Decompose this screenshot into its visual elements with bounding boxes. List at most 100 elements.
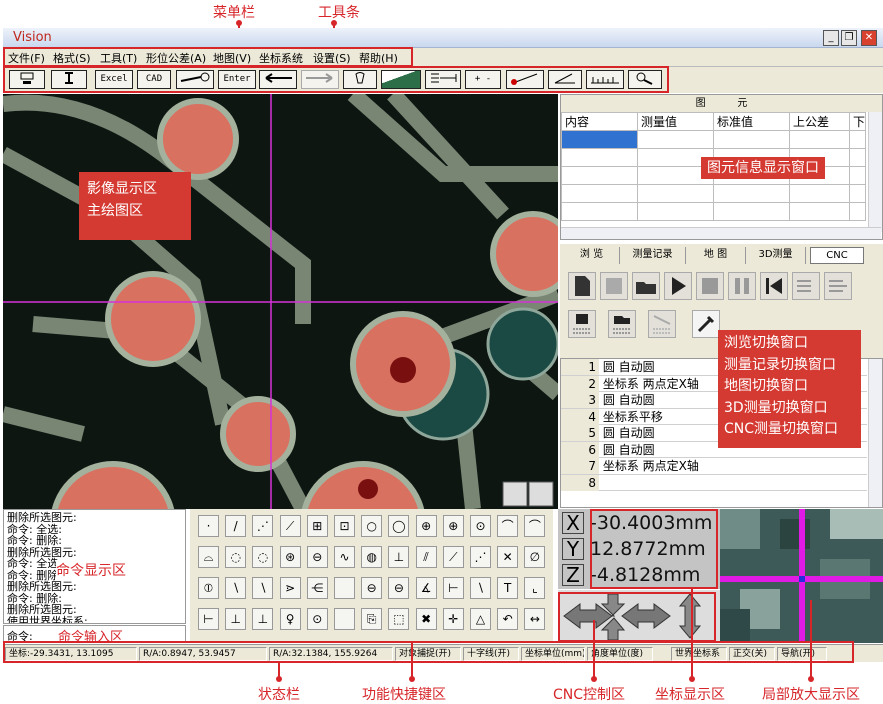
col-lower-tol[interactable]: 下 bbox=[849, 112, 866, 131]
table-row[interactable] bbox=[561, 130, 866, 149]
shortcut-circle-2-r1-icon[interactable]: ◯ bbox=[388, 515, 410, 537]
tab-cnc[interactable]: CNC bbox=[810, 247, 864, 264]
function-shortcut-area: · / ⋰ ⟋ ⊞ ⊡ ○ ◯ ⊕ ⊕ ⊙ ⌒ ⌒ ⌓ ◌ ◌ ⊛ ⊖ ∿ ◍ ⊥ ⫽ ⟋ ⋰ ✕ ∅ ⦶ ∖ ∖ ⋗ ⋲ ⊖ ⊖ ∡ ⊢ ∖ T ⌞ ⊢ ⊥… bbox=[190, 509, 553, 643]
shortcut-circle-2-r4-icon[interactable]: ⬚ bbox=[388, 608, 410, 630]
shortcut-polyline-r4-icon[interactable]: ⊥ bbox=[252, 608, 274, 630]
shortcut-rect-r3-icon[interactable]: ⋲ bbox=[306, 577, 328, 599]
shortcut-circle-center-r3-icon[interactable]: ∡ bbox=[415, 577, 437, 599]
callout-line-2: 测量记录切换窗口 bbox=[724, 356, 836, 373]
toolbar-annotation: 工具条 bbox=[318, 5, 360, 21]
shortcut-arc-2-r4-icon[interactable]: ↔ bbox=[524, 608, 546, 630]
shortcut-circle-r2-icon[interactable]: ◍ bbox=[361, 546, 383, 568]
shortcut-circle-r4-icon[interactable]: ⎘ bbox=[361, 608, 383, 630]
shortcut-line-2-r1-icon[interactable]: ⟋ bbox=[279, 515, 301, 537]
shortcut-concentric-r4-icon[interactable]: △ bbox=[470, 608, 491, 630]
shortcut-arc-2-r1-icon[interactable]: ⌒ bbox=[524, 515, 546, 537]
shortcut-rect-r2-icon[interactable]: ⊖ bbox=[306, 546, 328, 568]
close-button[interactable]: ✕ bbox=[861, 30, 877, 46]
list-item[interactable]: 8 bbox=[561, 474, 867, 491]
col-measured[interactable]: 测量值 bbox=[637, 112, 714, 131]
shortcut-rect-r4-icon[interactable]: ⊙ bbox=[306, 608, 328, 630]
row-text: 坐标系平移 bbox=[602, 409, 663, 424]
shortcut-concentric-r2-icon[interactable]: ⋰ bbox=[470, 546, 491, 568]
shortcut-line-r1-icon[interactable]: / bbox=[225, 515, 247, 537]
shortcut-line-r3-icon[interactable]: ∖ bbox=[225, 577, 247, 599]
shortcut-arc-2-r2-icon[interactable]: ∅ bbox=[524, 546, 546, 568]
shortcut-polyline-r2-icon[interactable]: ◌ bbox=[252, 546, 274, 568]
horizontal-scrollbar[interactable] bbox=[561, 227, 881, 239]
tools-disabled-icon[interactable] bbox=[648, 310, 676, 338]
shortcut-rect-2-r3-icon[interactable] bbox=[334, 577, 355, 599]
step-end-icon[interactable] bbox=[824, 272, 852, 300]
shortcut-arc-r3-icon[interactable]: T bbox=[497, 577, 519, 599]
table-row[interactable] bbox=[561, 202, 866, 221]
shortcut-rect-2-r4-icon[interactable] bbox=[334, 608, 355, 630]
list-scrollbar[interactable] bbox=[868, 359, 882, 507]
shortcut-arc-2-r3-icon[interactable]: ⌞ bbox=[524, 577, 546, 599]
shortcut-polyline-r3-icon[interactable]: ∖ bbox=[252, 577, 274, 599]
command-line: 删除所选图元: bbox=[7, 580, 77, 593]
shortcut-circle-center-2-r4-icon[interactable]: ✛ bbox=[442, 608, 464, 630]
status-highlight bbox=[3, 641, 854, 663]
shortcut-circle-center-2-r2-icon[interactable]: ⟋ bbox=[442, 546, 464, 568]
save-icon[interactable] bbox=[600, 272, 628, 300]
shortcut-point-r3-icon[interactable]: ⦶ bbox=[198, 577, 219, 599]
save-program-icon[interactable] bbox=[568, 310, 596, 338]
table-row[interactable] bbox=[561, 184, 866, 203]
shortcut-circle-r3-icon[interactable]: ⊖ bbox=[361, 577, 383, 599]
tab-3d[interactable]: 3D测量 bbox=[746, 247, 806, 264]
pcb-image bbox=[3, 94, 558, 509]
minimize-button[interactable]: _ bbox=[823, 30, 839, 46]
zoom-display bbox=[720, 509, 883, 643]
list-item[interactable]: 7 坐标系 两点定X轴 bbox=[561, 458, 867, 475]
tab-measure-record[interactable]: 测量记录 bbox=[620, 247, 686, 264]
image-display-area[interactable]: 影像显示区 主绘图区 bbox=[3, 94, 558, 509]
shortcut-line-r4-icon[interactable]: ⊥ bbox=[225, 608, 247, 630]
shortcut-circle-center-r1-icon[interactable]: ⊕ bbox=[415, 515, 437, 537]
shortcut-line-2-r4-icon[interactable]: ♀ bbox=[279, 608, 301, 630]
step-forward-icon[interactable] bbox=[792, 272, 820, 300]
shortcut-circle-center-2-r3-icon[interactable]: ⊢ bbox=[442, 577, 464, 599]
cnc-control-annotation: CNC控制区 bbox=[553, 687, 626, 703]
restore-button[interactable]: ❐ bbox=[841, 30, 857, 46]
shortcut-line-2-r3-icon[interactable]: ⋗ bbox=[279, 577, 301, 599]
shortcut-line-2-r2-icon[interactable]: ⊛ bbox=[279, 546, 301, 568]
shortcut-circle-center-2-r1-icon[interactable]: ⊕ bbox=[442, 515, 464, 537]
shortcut-rect-2-r2-icon[interactable]: ∿ bbox=[334, 546, 355, 568]
row-number: 6 bbox=[561, 441, 599, 458]
play-icon[interactable] bbox=[664, 272, 692, 300]
wrench-icon[interactable] bbox=[692, 310, 720, 338]
tab-map[interactable]: 地 图 bbox=[686, 247, 746, 264]
annotation-line bbox=[810, 600, 812, 679]
col-standard[interactable]: 标准值 bbox=[713, 112, 790, 131]
shortcut-circle-center-r4-icon[interactable]: ✖ bbox=[415, 608, 437, 630]
shortcut-circle-2-r3-icon[interactable]: ⊖ bbox=[388, 577, 410, 599]
pause-icon[interactable] bbox=[728, 272, 756, 300]
annotation-line bbox=[691, 589, 693, 679]
shortcut-line-r2-icon[interactable]: ◌ bbox=[225, 546, 247, 568]
tab-browse[interactable]: 浏 览 bbox=[564, 247, 620, 264]
vertical-scrollbar[interactable] bbox=[868, 112, 882, 232]
new-file-icon[interactable] bbox=[568, 272, 596, 300]
shortcut-circle-r1-icon[interactable]: ○ bbox=[361, 515, 383, 537]
col-content[interactable]: 内容 bbox=[561, 112, 638, 131]
shortcut-concentric-r3-icon[interactable]: ∖ bbox=[470, 577, 491, 599]
shortcut-arc-r4-icon[interactable]: ↶ bbox=[497, 608, 519, 630]
shortcut-rect-2-r1-icon[interactable]: ⊡ bbox=[334, 515, 355, 537]
stop-icon[interactable] bbox=[696, 272, 724, 300]
shortcut-point-r1-icon[interactable]: · bbox=[198, 515, 219, 537]
rewind-icon[interactable] bbox=[760, 272, 788, 300]
shortcut-point-r4-icon[interactable]: ⊢ bbox=[198, 608, 219, 630]
shortcut-arc-r1-icon[interactable]: ⌒ bbox=[497, 515, 519, 537]
shortcut-polyline-r1-icon[interactable]: ⋰ bbox=[252, 515, 274, 537]
shortcut-circle-center-r2-icon[interactable]: ⫽ bbox=[415, 546, 437, 568]
shortcut-circle-2-r2-icon[interactable]: ⊥ bbox=[388, 546, 410, 568]
open-folder-icon[interactable] bbox=[632, 272, 660, 300]
shortcut-arc-r2-icon[interactable]: ✕ bbox=[497, 546, 519, 568]
open-program-icon[interactable] bbox=[608, 310, 636, 338]
callout-line-5: CNC测量切换窗口 bbox=[724, 421, 839, 437]
col-upper-tol[interactable]: 上公差 bbox=[789, 112, 850, 131]
shortcut-point-r2-icon[interactable]: ⌓ bbox=[198, 546, 219, 568]
shortcut-concentric-r1-icon[interactable]: ⊙ bbox=[470, 515, 491, 537]
shortcut-rect-r1-icon[interactable]: ⊞ bbox=[306, 515, 328, 537]
